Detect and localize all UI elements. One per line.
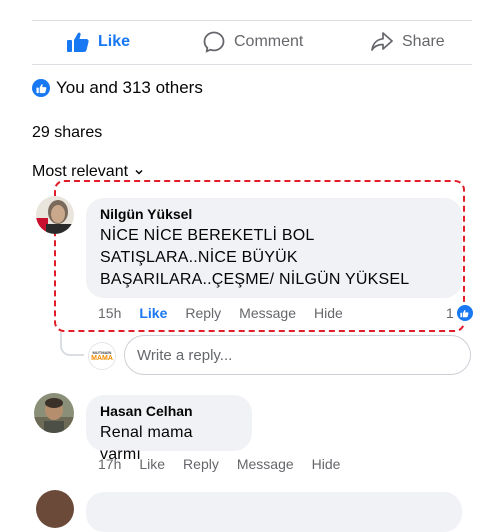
avatar-brand-bottom: MAMA	[91, 354, 113, 362]
comment-author[interactable]: Hasan Celhan	[100, 403, 238, 419]
comment-author[interactable]: Nilgün Yüksel	[100, 206, 448, 222]
comment-actions: 15h Like Reply Message Hide	[98, 305, 343, 321]
sort-dropdown[interactable]: Most relevant	[32, 163, 144, 181]
reply-placeholder: Write a reply...	[137, 346, 233, 364]
action-divider	[32, 64, 472, 65]
share-label: Share	[402, 33, 445, 50]
reactions-text: You and 313 others	[56, 78, 203, 97]
avatar[interactable]: MUTMAİN MAMA	[88, 342, 116, 370]
reply-input[interactable]: Write a reply...	[124, 335, 471, 375]
like-label: Like	[98, 33, 131, 50]
avatar[interactable]	[36, 196, 74, 234]
comment-icon	[203, 31, 225, 53]
thumbs-up-icon	[67, 32, 89, 52]
like-button[interactable]: Like	[66, 30, 130, 54]
comment-reply-button[interactable]: Reply	[183, 456, 219, 472]
comment-hide-button[interactable]: Hide	[314, 305, 343, 321]
comment-bubble[interactable]: Nilgün Yüksel NİCE NİCE BEREKETLİ BOL SA…	[86, 198, 462, 298]
comment-time[interactable]: 17h	[98, 456, 121, 472]
comment-like-button[interactable]: Like	[139, 456, 165, 472]
shares-count[interactable]: 29 shares	[32, 124, 102, 142]
like-reaction-icon	[455, 304, 474, 322]
comment-reply-button[interactable]: Reply	[185, 305, 221, 321]
comment-like-button[interactable]: Like	[139, 305, 167, 321]
comment-button[interactable]: Comment	[202, 30, 303, 54]
comment-reaction-number: 1	[446, 305, 454, 321]
comment-message-button[interactable]: Message	[239, 305, 296, 321]
comment-reaction-count[interactable]: 1	[446, 304, 474, 322]
comment-message-button[interactable]: Message	[237, 456, 294, 472]
like-reaction-icon	[32, 79, 50, 97]
avatar[interactable]	[36, 490, 74, 528]
chevron-down-icon	[135, 169, 143, 175]
sort-label: Most relevant	[32, 163, 129, 180]
comment-label: Comment	[234, 33, 304, 50]
comment-text: NİCE NİCE BEREKETLİ BOL SATIŞLARA..NİCE …	[100, 227, 410, 288]
avatar[interactable]	[34, 393, 74, 433]
top-divider	[32, 20, 472, 21]
share-button[interactable]: Share	[370, 30, 445, 54]
comment-bubble[interactable]	[86, 492, 462, 532]
comment-hide-button[interactable]: Hide	[312, 456, 341, 472]
comment-bubble[interactable]: Hasan Celhan Renal mama varmı	[86, 395, 252, 463]
comment-actions: 17h Like Reply Message Hide	[98, 456, 340, 472]
reactions-summary[interactable]: You and 313 others	[32, 78, 203, 98]
share-icon	[371, 32, 393, 51]
comment-time[interactable]: 15h	[98, 305, 121, 321]
thread-connector	[60, 332, 84, 356]
